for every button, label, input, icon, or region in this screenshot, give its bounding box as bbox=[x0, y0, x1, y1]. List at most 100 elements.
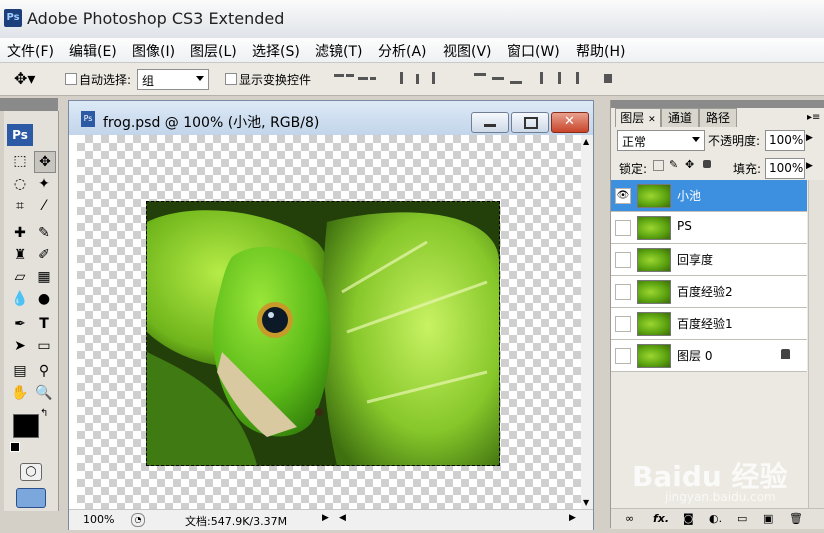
vertical-scrollbar[interactable]: ▲ ▼ bbox=[581, 135, 593, 509]
layers-panel-footer: ∞ fx. ◙ ◐. ▭ ▣ 🗑 bbox=[611, 508, 824, 529]
status-bar: 100% ◔ 文档:547.9K/3.37M ▶ ◀ ▶ bbox=[69, 509, 593, 530]
layer-thumbnail bbox=[637, 280, 671, 304]
magic-wand-tool-icon[interactable]: ✦ bbox=[34, 174, 54, 194]
baidu-watermark: Baidu 经验 bbox=[632, 460, 788, 493]
type-tool-icon[interactable]: T bbox=[34, 314, 54, 334]
delete-layer-icon[interactable]: 🗑 bbox=[789, 512, 803, 525]
move-tool-icon[interactable]: ✥▾ bbox=[14, 69, 35, 88]
dodge-tool-icon[interactable]: ● bbox=[34, 289, 54, 309]
add-mask-icon[interactable]: ◙ bbox=[683, 512, 694, 525]
clone-stamp-tool-icon[interactable]: ♜ bbox=[10, 245, 30, 265]
document-titlebar[interactable]: Ps frog.psd @ 100% (小池, RGB/8) ✕ bbox=[69, 101, 593, 135]
foreground-color-swatch[interactable] bbox=[13, 414, 39, 438]
layers-scrollbar[interactable] bbox=[808, 180, 824, 508]
tab-channels[interactable]: 通道 bbox=[661, 108, 699, 127]
visibility-toggle[interactable] bbox=[615, 220, 631, 236]
menu-edit[interactable]: 编辑(E) bbox=[69, 41, 117, 61]
lock-pixels-icon[interactable]: ✎ bbox=[669, 158, 678, 171]
scroll-up-icon[interactable]: ▲ bbox=[583, 137, 589, 146]
panel-header[interactable] bbox=[611, 100, 824, 108]
tab-paths[interactable]: 路径 bbox=[699, 108, 737, 127]
maximize-button[interactable] bbox=[511, 112, 549, 133]
blur-tool-icon[interactable]: 💧 bbox=[10, 289, 30, 309]
layer-style-icon[interactable]: fx. bbox=[653, 512, 669, 525]
minimize-button[interactable] bbox=[471, 112, 509, 133]
opacity-value: 100% bbox=[769, 133, 804, 147]
path-selection-tool-icon[interactable]: ➤ bbox=[10, 336, 30, 356]
marquee-tool-icon[interactable]: ⬚ bbox=[10, 151, 30, 171]
default-colors-icon[interactable] bbox=[10, 442, 20, 452]
blend-mode-dropdown[interactable]: 正常 bbox=[617, 130, 705, 151]
status-menu-icon[interactable]: ◔ bbox=[131, 513, 145, 527]
panel-menu-icon[interactable]: ▸≡ bbox=[807, 112, 820, 123]
fill-input[interactable]: 100% bbox=[765, 158, 805, 179]
canvas-area[interactable] bbox=[77, 135, 581, 509]
new-group-icon[interactable]: ▭ bbox=[737, 512, 747, 525]
zoom-level[interactable]: 100% bbox=[83, 513, 114, 526]
close-tab-icon[interactable]: ✕ bbox=[648, 115, 656, 125]
swap-colors-icon[interactable]: ↰ bbox=[40, 408, 48, 419]
opacity-input[interactable]: 100% bbox=[765, 130, 805, 151]
layer-row[interactable]: 百度经验1 bbox=[611, 308, 807, 340]
toolbox-header[interactable] bbox=[0, 98, 58, 111]
auto-select-dropdown[interactable]: 组 bbox=[137, 69, 209, 90]
lock-position-icon[interactable]: ✥ bbox=[685, 158, 694, 171]
menu-layer[interactable]: 图层(L) bbox=[190, 41, 237, 61]
notes-tool-icon[interactable]: ▤ bbox=[10, 361, 30, 381]
tab-layers[interactable]: 图层 ✕ bbox=[615, 108, 661, 127]
eye-icon[interactable]: 👁 bbox=[615, 188, 631, 204]
menu-select[interactable]: 选择(S) bbox=[252, 41, 300, 61]
lasso-tool-icon[interactable]: ◌ bbox=[10, 174, 30, 194]
scroll-left-icon[interactable]: ◀ bbox=[339, 513, 346, 523]
scroll-right-icon[interactable]: ▶ bbox=[569, 513, 576, 523]
healing-brush-tool-icon[interactable]: ✚ bbox=[10, 223, 30, 243]
menu-window[interactable]: 窗口(W) bbox=[507, 41, 560, 61]
layer-row[interactable]: PS bbox=[611, 212, 807, 244]
toolbox-logo: Ps bbox=[7, 124, 33, 146]
lock-transparent-icon[interactable] bbox=[653, 160, 664, 171]
zoom-tool-icon[interactable]: 🔍 bbox=[34, 383, 54, 403]
fill-slider-icon[interactable]: ▶ bbox=[806, 161, 813, 171]
screen-mode-icon[interactable] bbox=[16, 488, 46, 508]
visibility-toggle[interactable] bbox=[615, 284, 631, 300]
layer-row[interactable]: 百度经验2 bbox=[611, 276, 807, 308]
shape-tool-icon[interactable]: ▭ bbox=[34, 336, 54, 356]
psd-file-icon: Ps bbox=[81, 111, 95, 127]
gradient-tool-icon[interactable]: ▦ bbox=[34, 267, 54, 287]
layer-row[interactable]: 👁 小池 bbox=[611, 180, 807, 212]
quick-mask-icon[interactable]: ◯ bbox=[20, 463, 42, 481]
hand-tool-icon[interactable]: ✋ bbox=[10, 383, 30, 403]
status-arrow-icon[interactable]: ▶ bbox=[322, 513, 329, 523]
menu-image[interactable]: 图像(I) bbox=[132, 41, 175, 61]
move-tool-icon[interactable]: ✥ bbox=[34, 151, 56, 173]
new-layer-icon[interactable]: ▣ bbox=[763, 512, 773, 525]
opacity-slider-icon[interactable]: ▶ bbox=[806, 133, 813, 143]
adjustment-layer-icon[interactable]: ◐. bbox=[709, 512, 722, 525]
show-transform-checkbox[interactable] bbox=[225, 73, 237, 85]
menu-help[interactable]: 帮助(H) bbox=[576, 41, 625, 61]
link-layers-icon[interactable]: ∞ bbox=[625, 512, 634, 525]
history-brush-tool-icon[interactable]: ✐ bbox=[34, 245, 54, 265]
layer-row[interactable]: 回享度 bbox=[611, 244, 807, 276]
eraser-tool-icon[interactable]: ▱ bbox=[10, 267, 30, 287]
visibility-toggle[interactable] bbox=[615, 316, 631, 332]
pen-tool-icon[interactable]: ✒ bbox=[10, 314, 30, 334]
menu-view[interactable]: 视图(V) bbox=[443, 41, 492, 61]
crop-tool-icon[interactable]: ⌗ bbox=[10, 196, 30, 216]
menu-analysis[interactable]: 分析(A) bbox=[378, 41, 427, 61]
frog-photo[interactable] bbox=[146, 201, 500, 466]
eyedropper-tool-icon[interactable]: ⚲ bbox=[34, 361, 54, 381]
lock-all-icon[interactable] bbox=[703, 160, 711, 168]
brush-tool-icon[interactable]: ✎ bbox=[34, 223, 54, 243]
scroll-down-icon[interactable]: ▼ bbox=[583, 498, 589, 507]
visibility-toggle[interactable] bbox=[615, 252, 631, 268]
visibility-toggle[interactable] bbox=[615, 348, 631, 364]
auto-select-checkbox[interactable] bbox=[65, 73, 77, 85]
layer-row[interactable]: 图层 0 bbox=[611, 340, 807, 372]
menu-file[interactable]: 文件(F) bbox=[7, 41, 54, 61]
distribute-left-icon bbox=[540, 72, 543, 84]
close-button[interactable]: ✕ bbox=[551, 112, 589, 133]
lock-label: 锁定: bbox=[619, 162, 648, 176]
slice-tool-icon[interactable]: ⁄ bbox=[34, 196, 54, 216]
menu-filter[interactable]: 滤镜(T) bbox=[315, 41, 362, 61]
